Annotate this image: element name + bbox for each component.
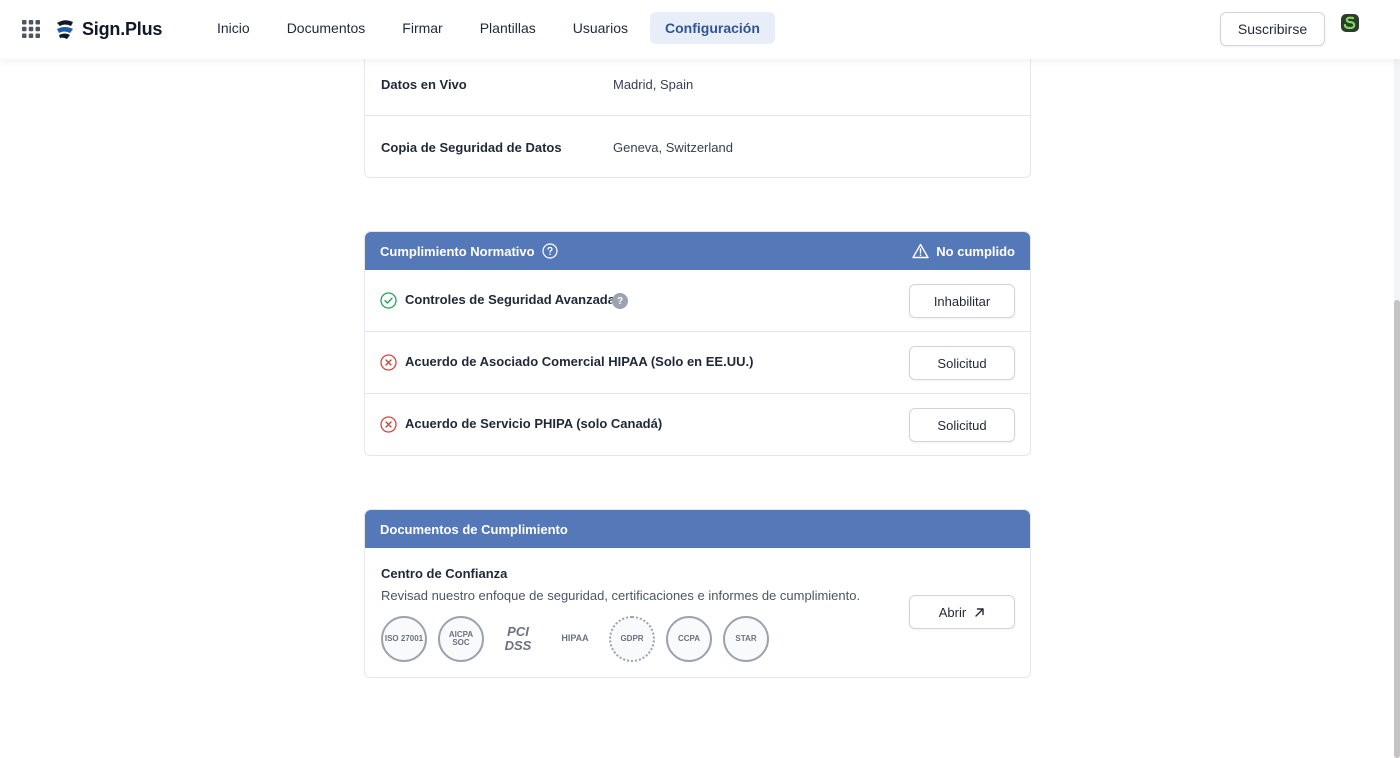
user-avatar-icon[interactable] [1340, 13, 1360, 33]
nav-item-firmar[interactable]: Firmar [387, 12, 457, 44]
compliance-title: Cumplimiento Normativo [380, 243, 535, 259]
apps-grid-icon[interactable] [22, 20, 40, 38]
x-circle-icon [380, 416, 397, 433]
external-link-arrow-icon [975, 607, 984, 617]
help-badge-icon[interactable]: ? [612, 293, 628, 309]
aicpa-soc-badge-icon: AICPA SOC [438, 616, 484, 662]
open-button-label: Abrir [938, 604, 967, 620]
compliance-card-header: Cumplimiento Normativo No cumplido [365, 232, 1030, 270]
data-location-row: Copia de Seguridad de Datos Geneva, Swit… [365, 116, 1030, 178]
ccpa-badge-icon: CCPA [666, 616, 712, 662]
compliance-row: Acuerdo de Servicio PHIPA (solo Canadá) … [365, 394, 1030, 456]
star-badge-icon: STAR [723, 616, 769, 662]
compliance-documents-header: Documentos de Cumplimiento [365, 510, 1030, 548]
subscribe-button[interactable]: Suscribirse [1220, 12, 1325, 46]
main-nav: Inicio Documentos Firmar Plantillas Usua… [202, 12, 782, 44]
hipaa-badge-icon: HIPAA [561, 633, 589, 644]
warning-triangle-icon [912, 243, 929, 259]
compliance-status: No cumplido [912, 232, 1015, 270]
compliance-row: Controles de Seguridad Avanzada ? Inhabi… [365, 270, 1030, 332]
compliance-row-label: Acuerdo de Asociado Comercial HIPAA (Sol… [405, 354, 754, 369]
data-location-label: Datos en Vivo [381, 77, 467, 92]
compliance-status-text: No cumplido [936, 243, 1015, 259]
nav-item-plantillas[interactable]: Plantillas [465, 12, 551, 44]
data-location-row: Datos en Vivo Madrid, Spain [365, 54, 1030, 116]
gdpr-badge-icon: GDPR [609, 616, 655, 662]
compliance-documents-title: Documentos de Cumplimiento [380, 521, 568, 537]
data-location-card: Datos en Vivo Madrid, Spain Copia de Seg… [364, 40, 1031, 178]
compliance-row: Acuerdo de Asociado Comercial HIPAA (Sol… [365, 332, 1030, 394]
help-icon[interactable] [541, 243, 558, 259]
nav-item-inicio[interactable]: Inicio [202, 12, 265, 44]
data-location-value: Madrid, Spain [613, 77, 694, 92]
iso-27001-badge-icon: ISO 27001 [381, 616, 427, 662]
request-button[interactable]: Solicitud [909, 346, 1015, 380]
nav-item-configuracion[interactable]: Configuración [650, 12, 775, 44]
open-trust-center-button[interactable]: Abrir [909, 595, 1015, 629]
compliance-card: Cumplimiento Normativo No cumplido Contr… [364, 231, 1031, 456]
logo-text: Sign.Plus [82, 18, 163, 39]
pci-dss-badge-icon: PCI DSS [504, 624, 532, 653]
certification-badges: ISO 27001 AICPA SOC PCI DSS HIPAA GDPR C… [381, 616, 780, 662]
nav-item-usuarios[interactable]: Usuarios [558, 12, 643, 44]
trust-center-title: Centro de Confianza [381, 566, 508, 581]
compliance-documents-card: Documentos de Cumplimiento Centro de Con… [364, 509, 1031, 678]
trust-center-description: Revisad nuestro enfoque de seguridad, ce… [381, 588, 861, 603]
scrollbar-thumb[interactable] [1394, 300, 1400, 758]
sign-plus-logo[interactable]: Sign.Plus [54, 17, 162, 41]
compliance-row-label: Controles de Seguridad Avanzada [405, 292, 615, 307]
compliance-row-label: Acuerdo de Servicio PHIPA (solo Canadá) [405, 416, 663, 431]
nav-item-documentos[interactable]: Documentos [272, 12, 381, 44]
disable-button[interactable]: Inhabilitar [909, 284, 1015, 318]
check-circle-icon [380, 292, 397, 309]
request-button[interactable]: Solicitud [909, 408, 1015, 442]
data-location-value: Geneva, Switzerland [613, 139, 733, 155]
data-location-label: Copia de Seguridad de Datos [381, 139, 562, 155]
top-navigation-bar: Sign.Plus Inicio Documentos Firmar Plant… [0, 0, 1400, 59]
x-circle-icon [380, 354, 397, 371]
sign-plus-logo-icon [57, 20, 73, 39]
